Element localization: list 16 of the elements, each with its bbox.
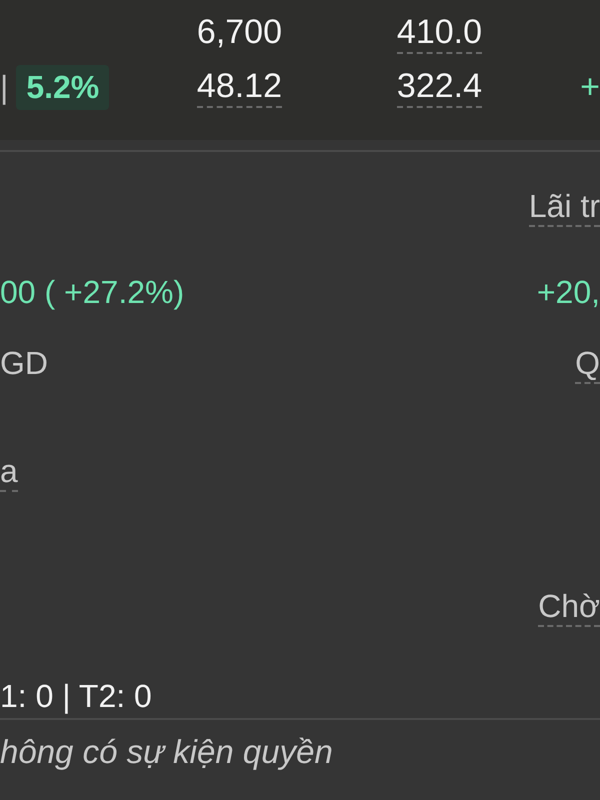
empty-events-message: hông có sự kiện quyền	[0, 732, 334, 772]
field-label: a	[0, 452, 18, 492]
field-label: Lãi tr	[528, 187, 600, 227]
change-percent-badge: 5.2%	[16, 64, 110, 110]
change-value: +20,	[536, 273, 600, 312]
separator: |	[0, 68, 8, 106]
field-label: GD	[0, 344, 48, 383]
price-value: 6,700	[196, 12, 282, 53]
field-label: Chờ	[538, 587, 600, 627]
change-value: +	[580, 67, 600, 107]
price-value: 322.4	[396, 66, 482, 108]
field-label: Q	[575, 344, 600, 384]
price-value: 48.12	[196, 66, 282, 108]
price-value: 410.0	[396, 12, 482, 54]
change-value: 00 ( +27.2%)	[0, 273, 184, 312]
field-value: 1: 0 | T2: 0	[0, 677, 152, 716]
